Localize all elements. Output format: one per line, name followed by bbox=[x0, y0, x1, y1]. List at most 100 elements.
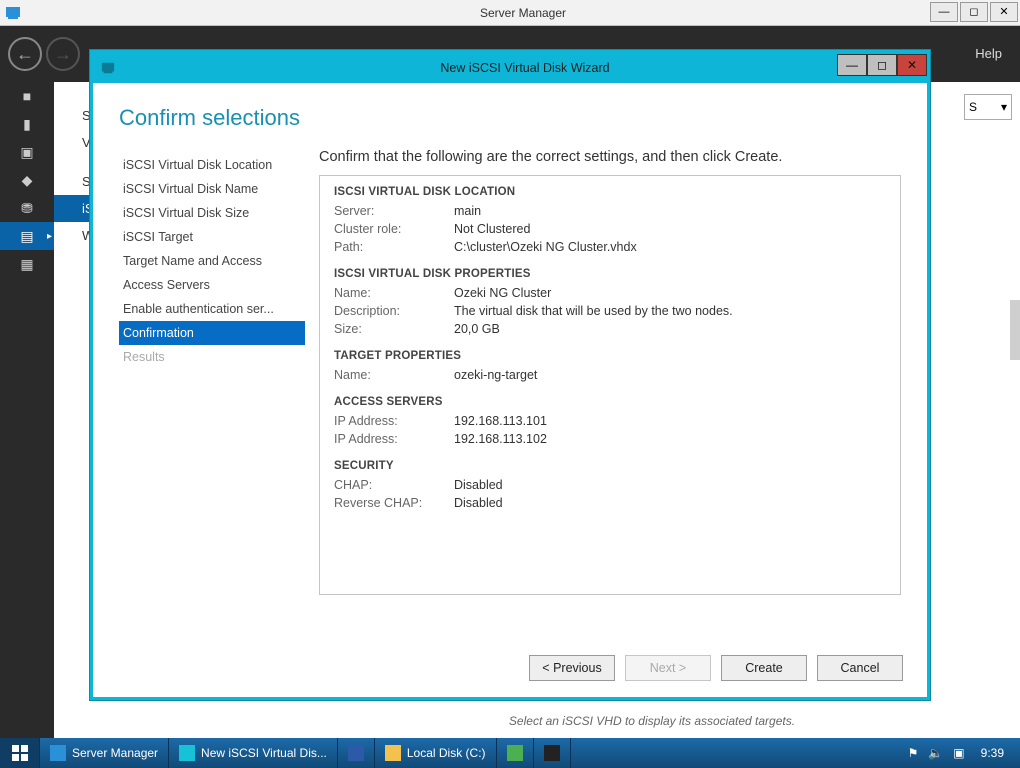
task-icon bbox=[348, 745, 364, 761]
summary-row: IP Address:192.168.113.102 bbox=[334, 430, 886, 448]
summary-value: The virtual disk that will be used by th… bbox=[454, 304, 886, 318]
wizard-title: New iSCSI Virtual Disk Wizard bbox=[123, 61, 927, 75]
taskbar-task[interactable]: Server Manager bbox=[40, 738, 169, 768]
summary-value: Disabled bbox=[454, 478, 886, 492]
summary-key: CHAP: bbox=[334, 478, 454, 492]
wizard-step[interactable]: iSCSI Target bbox=[119, 225, 305, 249]
wizard-heading: Confirm selections bbox=[119, 105, 901, 131]
outer-titlebar: Server Manager — ◻ ✕ bbox=[0, 0, 1020, 26]
summary-key: Server: bbox=[334, 204, 454, 218]
wizard-step[interactable]: Enable authentication ser... bbox=[119, 297, 305, 321]
back-button[interactable]: ← bbox=[8, 37, 42, 71]
outer-minimize-button[interactable]: — bbox=[930, 2, 958, 22]
outer-close-button[interactable]: ✕ bbox=[990, 2, 1018, 22]
rail-item[interactable]: ▣ bbox=[0, 138, 54, 166]
summary-key: Size: bbox=[334, 322, 454, 336]
taskbar-task[interactable] bbox=[534, 738, 571, 768]
wizard-main: Confirm that the following are the corre… bbox=[305, 149, 901, 619]
summary-row: CHAP:Disabled bbox=[334, 476, 886, 494]
summary-value: Ozeki NG Cluster bbox=[454, 286, 886, 300]
summary-key: IP Address: bbox=[334, 414, 454, 428]
server-manager-icon bbox=[4, 4, 22, 22]
summary-key: Path: bbox=[334, 240, 454, 254]
summary-section-header: ACCESS SERVERS bbox=[334, 396, 886, 408]
rail-item[interactable]: ▮ bbox=[0, 110, 54, 138]
summary-section-header: TARGET PROPERTIES bbox=[334, 350, 886, 362]
summary-key: IP Address: bbox=[334, 432, 454, 446]
tasks-dropdown-fragment[interactable]: S ▾ bbox=[964, 94, 1012, 120]
taskbar-task[interactable]: Local Disk (C:) bbox=[375, 738, 497, 768]
summary-row: Name:Ozeki NG Cluster bbox=[334, 284, 886, 302]
taskbar-tasks: Server Manager New iSCSI Virtual Dis... Lo… bbox=[40, 738, 571, 768]
summary-row: IP Address:192.168.113.101 bbox=[334, 412, 886, 430]
wizard-step[interactable]: iSCSI Virtual Disk Size bbox=[119, 201, 305, 225]
summary-value: 20,0 GB bbox=[454, 322, 886, 336]
summary-section-header: ISCSI VIRTUAL DISK PROPERTIES bbox=[334, 268, 886, 280]
summary-key: Name: bbox=[334, 368, 454, 382]
summary-value: main bbox=[454, 204, 886, 218]
wizard-step[interactable]: iSCSI Virtual Disk Name bbox=[119, 177, 305, 201]
task-icon bbox=[507, 745, 523, 761]
summary-section-header: SECURITY bbox=[334, 460, 886, 472]
summary-key: Description: bbox=[334, 304, 454, 318]
cancel-button[interactable]: Cancel bbox=[817, 655, 903, 681]
rail-item[interactable]: ⛃ bbox=[0, 194, 54, 222]
start-button[interactable] bbox=[0, 738, 40, 768]
rail-item-selected[interactable]: ▤ bbox=[0, 222, 54, 250]
tray-icon[interactable]: 🔈 bbox=[928, 746, 943, 760]
previous-button[interactable]: < Previous bbox=[529, 655, 615, 681]
task-label: New iSCSI Virtual Dis... bbox=[201, 746, 327, 760]
rail-item[interactable]: ▦ bbox=[0, 250, 54, 278]
summary-value: 192.168.113.101 bbox=[454, 414, 886, 428]
task-icon bbox=[544, 745, 560, 761]
left-nav-rail: ■ ▮ ▣ ◆ ⛃ ▤ ▦ bbox=[0, 82, 54, 738]
wizard-step[interactable]: iSCSI Virtual Disk Location bbox=[119, 153, 305, 177]
summary-key: Name: bbox=[334, 286, 454, 300]
task-label: Local Disk (C:) bbox=[407, 746, 486, 760]
tray-icon[interactable]: ⚑ bbox=[908, 746, 919, 760]
outer-window-buttons: — ◻ ✕ bbox=[928, 2, 1018, 22]
dropdown-label: S bbox=[969, 100, 977, 114]
tray-icon[interactable]: ▣ bbox=[953, 746, 964, 760]
chevron-down-icon: ▾ bbox=[1001, 100, 1007, 114]
create-button[interactable]: Create bbox=[721, 655, 807, 681]
summary-row: Description:The virtual disk that will b… bbox=[334, 302, 886, 320]
wizard-body: Confirm selections iSCSI Virtual Disk Lo… bbox=[93, 83, 927, 697]
summary-row: Cluster role:Not Clustered bbox=[334, 220, 886, 238]
taskbar-task[interactable] bbox=[338, 738, 375, 768]
wizard-titlebar[interactable]: New iSCSI Virtual Disk Wizard — ◻ ✕ bbox=[93, 53, 927, 83]
rail-item[interactable]: ◆ bbox=[0, 166, 54, 194]
wizard-step[interactable]: Target Name and Access bbox=[119, 249, 305, 273]
summary-key: Reverse CHAP: bbox=[334, 496, 454, 510]
wizard-maximize-button[interactable]: ◻ bbox=[867, 54, 897, 76]
outer-maximize-button[interactable]: ◻ bbox=[960, 2, 988, 22]
wizard-minimize-button[interactable]: — bbox=[837, 54, 867, 76]
wizard-columns: iSCSI Virtual Disk LocationiSCSI Virtual… bbox=[119, 149, 901, 619]
wizard-icon bbox=[99, 59, 117, 77]
task-icon bbox=[385, 745, 401, 761]
wizard-window-buttons: — ◻ ✕ bbox=[837, 53, 927, 77]
wizard-close-button[interactable]: ✕ bbox=[897, 54, 927, 76]
taskbar-task[interactable] bbox=[497, 738, 534, 768]
summary-row: Path:C:\cluster\Ozeki NG Cluster.vhdx bbox=[334, 238, 886, 256]
taskbar-clock[interactable]: 9:39 bbox=[975, 746, 1010, 760]
help-menu[interactable]: Help bbox=[975, 46, 1002, 61]
wizard-step[interactable]: Access Servers bbox=[119, 273, 305, 297]
forward-button[interactable]: → bbox=[46, 37, 80, 71]
outer-title: Server Manager bbox=[26, 6, 1020, 20]
wizard-footer: < Previous Next > Create Cancel bbox=[93, 655, 927, 681]
summary-value: Not Clustered bbox=[454, 222, 886, 236]
confirmation-summary: ISCSI VIRTUAL DISK LOCATIONServer:mainCl… bbox=[319, 175, 901, 595]
task-icon bbox=[50, 745, 66, 761]
summary-row: Size:20,0 GB bbox=[334, 320, 886, 338]
wizard-step[interactable]: Confirmation bbox=[119, 321, 305, 345]
summary-value: 192.168.113.102 bbox=[454, 432, 886, 446]
summary-row: Name:ozeki-ng-target bbox=[334, 366, 886, 384]
system-tray: ⚑ 🔈 ▣ 9:39 bbox=[898, 738, 1020, 768]
scrollbar-fragment[interactable] bbox=[1010, 300, 1020, 360]
server-manager-window: Server Manager — ◻ ✕ ← → Help ■ ▮ ▣ ◆ ⛃ … bbox=[0, 0, 1020, 768]
summary-value: ozeki-ng-target bbox=[454, 368, 886, 382]
rail-item[interactable]: ■ bbox=[0, 82, 54, 110]
taskbar-task[interactable]: New iSCSI Virtual Dis... bbox=[169, 738, 338, 768]
wizard-step: Results bbox=[119, 345, 305, 369]
